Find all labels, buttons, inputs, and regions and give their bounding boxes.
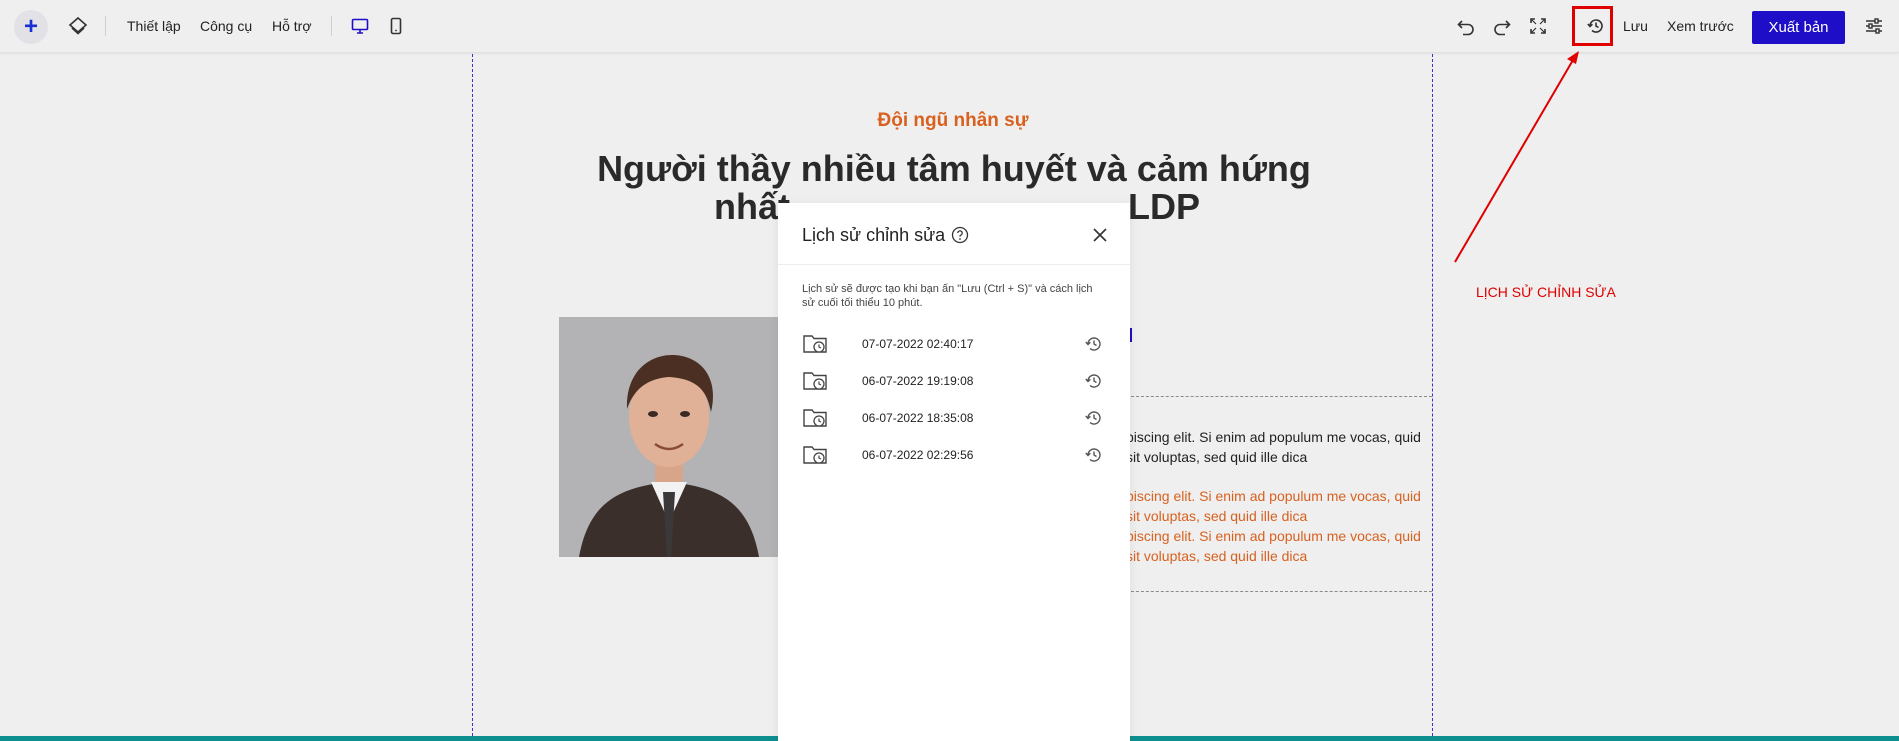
dialog-title: Lịch sử chỉnh sửa xyxy=(802,225,946,245)
folder-clock-icon xyxy=(802,440,830,468)
folder-clock-icon xyxy=(802,366,830,394)
folder-clock-icon xyxy=(802,329,830,357)
history-entry[interactable]: 06-07-2022 18:35:08 xyxy=(802,401,1108,435)
help-icon[interactable] xyxy=(951,226,969,244)
history-entry[interactable]: 07-07-2022 02:40:17 xyxy=(802,327,1108,361)
dialog-note: Lịch sử sẽ được tạo khi bạn ấn "Lưu (Ctr… xyxy=(802,283,1093,309)
history-timestamp: 06-07-2022 19:19:08 xyxy=(862,374,974,388)
history-timestamp: 06-07-2022 02:29:56 xyxy=(862,448,974,462)
annotation-label: LỊCH SỬ CHỈNH SỬA xyxy=(1476,284,1616,300)
close-icon[interactable] xyxy=(1088,223,1112,247)
folder-clock-icon xyxy=(802,403,830,431)
history-entry[interactable]: 06-07-2022 02:29:56 xyxy=(802,438,1108,472)
restore-icon[interactable] xyxy=(1084,334,1104,354)
restore-icon[interactable] xyxy=(1084,408,1104,428)
history-timestamp: 06-07-2022 18:35:08 xyxy=(862,411,974,425)
history-entry[interactable]: 06-07-2022 19:19:08 xyxy=(802,364,1108,398)
history-timestamp: 07-07-2022 02:40:17 xyxy=(862,337,974,351)
restore-icon[interactable] xyxy=(1084,371,1104,391)
dialog-header: Lịch sử chỉnh sửa xyxy=(778,203,1130,265)
restore-icon[interactable] xyxy=(1084,445,1104,465)
edit-history-dialog: Lịch sử chỉnh sửa Lịch sử sẽ được tạo kh… xyxy=(778,203,1130,741)
